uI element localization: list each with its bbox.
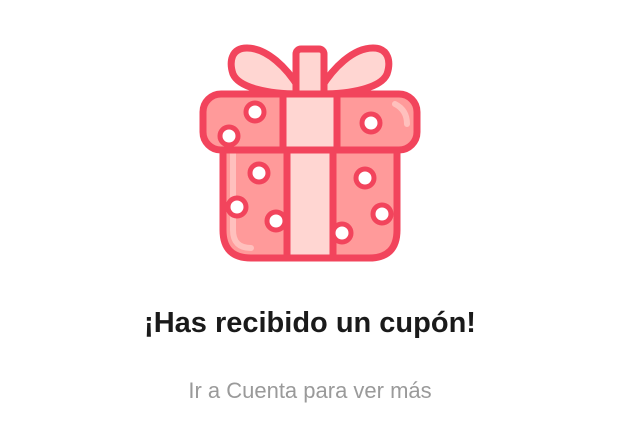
coupon-received-dialog: ¡Has recibido un cupón! Ir a Cuenta para… xyxy=(0,0,620,438)
go-to-account-hint[interactable]: Ir a Cuenta para ver más xyxy=(0,376,620,406)
gift-box-icon xyxy=(199,44,421,262)
coupon-title: ¡Has recibido un cupón! xyxy=(144,307,476,339)
